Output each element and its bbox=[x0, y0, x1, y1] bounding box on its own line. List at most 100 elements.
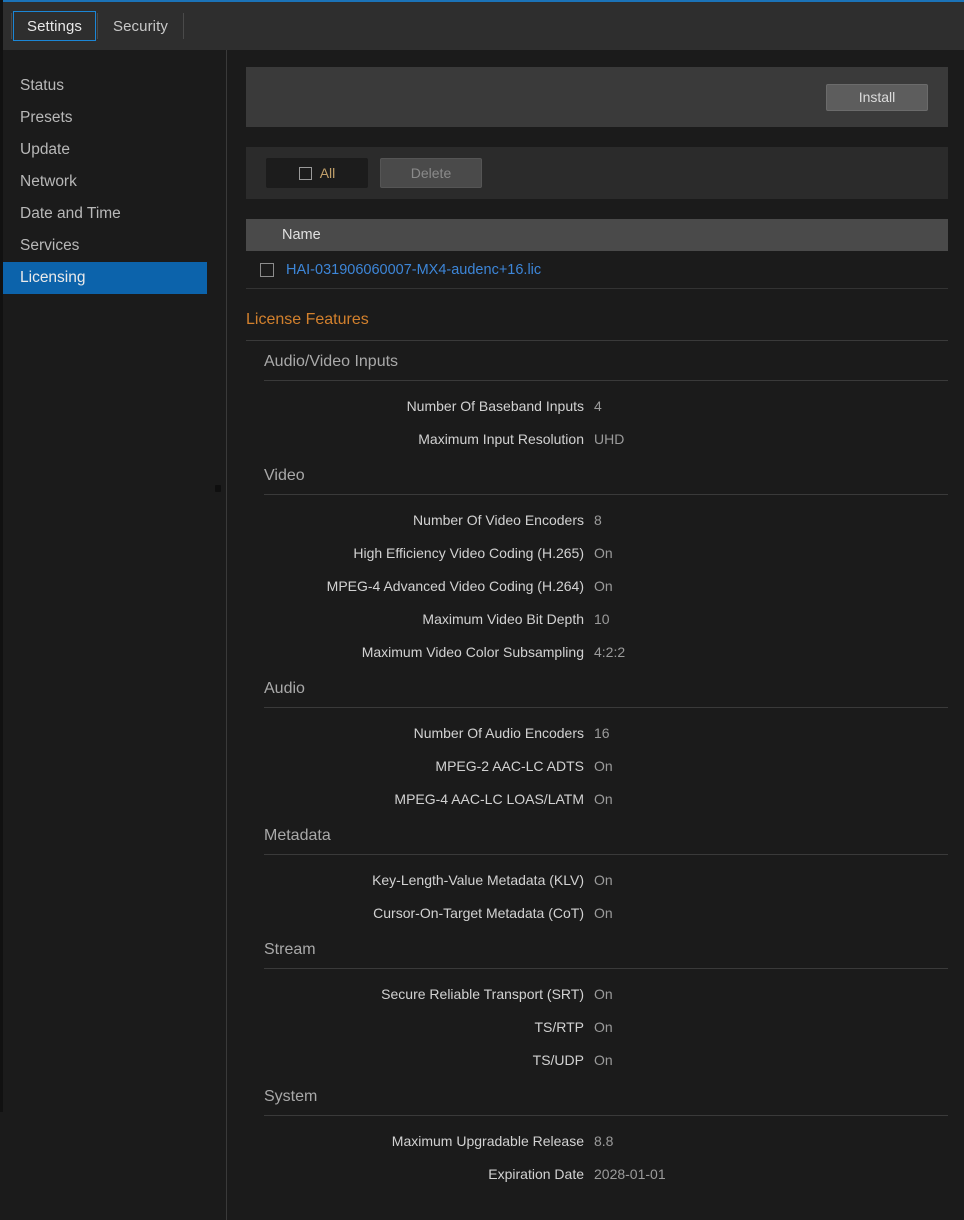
sidebar-item-label: Update bbox=[20, 141, 70, 159]
section-rows: Number Of Audio Encoders 16 MPEG-2 AAC-L… bbox=[264, 708, 948, 815]
feature-row: MPEG-2 AAC-LC ADTS On bbox=[264, 749, 948, 782]
license-list-toolbar: All Delete bbox=[246, 147, 948, 199]
feature-value: On bbox=[594, 1019, 613, 1035]
feature-value: 4 bbox=[594, 398, 602, 414]
feature-label: Cursor-On-Target Metadata (CoT) bbox=[264, 905, 594, 921]
feature-value: On bbox=[594, 758, 613, 774]
feature-section-audio: Audio Number Of Audio Encoders 16 MPEG-2… bbox=[246, 668, 948, 815]
feature-value: On bbox=[594, 545, 613, 561]
table-row[interactable]: HAI-031906060007-MX4-audenc+16.lic bbox=[246, 251, 948, 289]
feature-value: On bbox=[594, 905, 613, 921]
sidebar-item-presets[interactable]: Presets bbox=[0, 102, 226, 134]
feature-value: On bbox=[594, 872, 613, 888]
sidebar-item-label: Status bbox=[20, 77, 64, 95]
sidebar-item-licensing[interactable]: Licensing bbox=[0, 262, 207, 294]
section-heading: Stream bbox=[264, 929, 948, 969]
select-all-button[interactable]: All bbox=[266, 158, 368, 188]
tab-security[interactable]: Security bbox=[99, 11, 182, 41]
sidebar-item-network[interactable]: Network bbox=[0, 166, 226, 198]
license-table: Name HAI-031906060007-MX4-audenc+16.lic bbox=[246, 219, 948, 289]
sidebar-item-status[interactable]: Status bbox=[0, 70, 226, 102]
section-heading: Video bbox=[264, 455, 948, 495]
top-tab-bar: Settings Security bbox=[0, 2, 964, 50]
sidebar-item-label: Licensing bbox=[20, 269, 86, 287]
feature-section-stream: Stream Secure Reliable Transport (SRT) O… bbox=[246, 929, 948, 1076]
feature-label: Maximum Upgradable Release bbox=[264, 1133, 594, 1149]
feature-label: Number Of Audio Encoders bbox=[264, 725, 594, 741]
checkbox-icon[interactable] bbox=[299, 167, 312, 180]
feature-row: Maximum Video Color Subsampling 4:2:2 bbox=[264, 635, 948, 668]
install-panel: Install bbox=[246, 67, 948, 127]
feature-section-system: System Maximum Upgradable Release 8.8 Ex… bbox=[246, 1076, 948, 1190]
sidebar-item-date-and-time[interactable]: Date and Time bbox=[0, 198, 226, 230]
feature-value: On bbox=[594, 1052, 613, 1068]
feature-label: MPEG-2 AAC-LC ADTS bbox=[264, 758, 594, 774]
section-rows: Key-Length-Value Metadata (KLV) On Curso… bbox=[264, 855, 948, 929]
feature-value: 8 bbox=[594, 512, 602, 528]
feature-row: Key-Length-Value Metadata (KLV) On bbox=[264, 863, 948, 896]
feature-label: MPEG-4 AAC-LC LOAS/LATM bbox=[264, 791, 594, 807]
tab-separator bbox=[97, 13, 98, 39]
feature-label: Maximum Input Resolution bbox=[264, 431, 594, 447]
section-rows: Number Of Video Encoders 8 High Efficien… bbox=[264, 495, 948, 668]
section-rows: Maximum Upgradable Release 8.8 Expiratio… bbox=[264, 1116, 948, 1190]
feature-row: Cursor-On-Target Metadata (CoT) On bbox=[264, 896, 948, 929]
feature-label: High Efficiency Video Coding (H.265) bbox=[264, 545, 594, 561]
feature-section-video: Video Number Of Video Encoders 8 High Ef… bbox=[246, 455, 948, 668]
feature-label: TS/UDP bbox=[264, 1052, 594, 1068]
section-heading: Audio bbox=[264, 668, 948, 708]
feature-label: MPEG-4 Advanced Video Coding (H.264) bbox=[264, 578, 594, 594]
column-header-name: Name bbox=[282, 227, 321, 243]
install-button[interactable]: Install bbox=[826, 84, 928, 111]
sidebar-splitter-handle[interactable] bbox=[215, 485, 221, 492]
feature-value: On bbox=[594, 986, 613, 1002]
app-window: Settings Security Status Presets Update … bbox=[0, 0, 964, 1220]
sidebar-item-label: Services bbox=[20, 237, 79, 255]
feature-label: TS/RTP bbox=[264, 1019, 594, 1035]
feature-row: Expiration Date 2028-01-01 bbox=[264, 1157, 948, 1190]
feature-value: 10 bbox=[594, 611, 610, 627]
tab-settings[interactable]: Settings bbox=[13, 11, 96, 41]
sidebar-item-update[interactable]: Update bbox=[0, 134, 226, 166]
feature-value: 2028-01-01 bbox=[594, 1166, 666, 1182]
feature-value: UHD bbox=[594, 431, 624, 447]
feature-row: Maximum Upgradable Release 8.8 bbox=[264, 1124, 948, 1157]
feature-row: High Efficiency Video Coding (H.265) On bbox=[264, 536, 948, 569]
feature-row: Number Of Audio Encoders 16 bbox=[264, 716, 948, 749]
sidebar-item-services[interactable]: Services bbox=[0, 230, 226, 262]
section-rows: Number Of Baseband Inputs 4 Maximum Inpu… bbox=[264, 381, 948, 455]
section-heading: Metadata bbox=[264, 815, 948, 855]
feature-row: Number Of Video Encoders 8 bbox=[264, 503, 948, 536]
feature-row: Maximum Input Resolution UHD bbox=[264, 422, 948, 455]
delete-button[interactable]: Delete bbox=[380, 158, 482, 188]
feature-row: TS/RTP On bbox=[264, 1010, 948, 1043]
feature-value: 16 bbox=[594, 725, 610, 741]
feature-label: Maximum Video Color Subsampling bbox=[264, 644, 594, 660]
feature-label: Secure Reliable Transport (SRT) bbox=[264, 986, 594, 1002]
feature-label: Number Of Baseband Inputs bbox=[264, 398, 594, 414]
feature-row: MPEG-4 AAC-LC LOAS/LATM On bbox=[264, 782, 948, 815]
section-heading: Audio/Video Inputs bbox=[264, 341, 948, 381]
sidebar-item-label: Presets bbox=[20, 109, 73, 127]
sidebar: Status Presets Update Network Date and T… bbox=[0, 50, 227, 1220]
tab-security-label: Security bbox=[113, 18, 168, 35]
feature-value: On bbox=[594, 578, 613, 594]
feature-label: Maximum Video Bit Depth bbox=[264, 611, 594, 627]
feature-section-audio-video-inputs: Audio/Video Inputs Number Of Baseband In… bbox=[246, 341, 948, 455]
feature-value: On bbox=[594, 791, 613, 807]
license-file-link[interactable]: HAI-031906060007-MX4-audenc+16.lic bbox=[286, 262, 541, 278]
tab-settings-label: Settings bbox=[27, 18, 82, 35]
table-header-row: Name bbox=[246, 219, 948, 251]
row-checkbox-icon[interactable] bbox=[260, 263, 274, 277]
tab-separator bbox=[11, 13, 12, 39]
feature-row: Number Of Baseband Inputs 4 bbox=[264, 389, 948, 422]
feature-label: Key-Length-Value Metadata (KLV) bbox=[264, 872, 594, 888]
license-features-title: License Features bbox=[246, 311, 948, 341]
feature-row: Maximum Video Bit Depth 10 bbox=[264, 602, 948, 635]
feature-value: 4:2:2 bbox=[594, 644, 625, 660]
feature-row: Secure Reliable Transport (SRT) On bbox=[264, 977, 948, 1010]
window-left-edge bbox=[0, 0, 3, 1112]
feature-section-metadata: Metadata Key-Length-Value Metadata (KLV)… bbox=[246, 815, 948, 929]
main-content: Install All Delete Name HAI-031906060007… bbox=[228, 50, 964, 1220]
feature-label: Expiration Date bbox=[264, 1166, 594, 1182]
